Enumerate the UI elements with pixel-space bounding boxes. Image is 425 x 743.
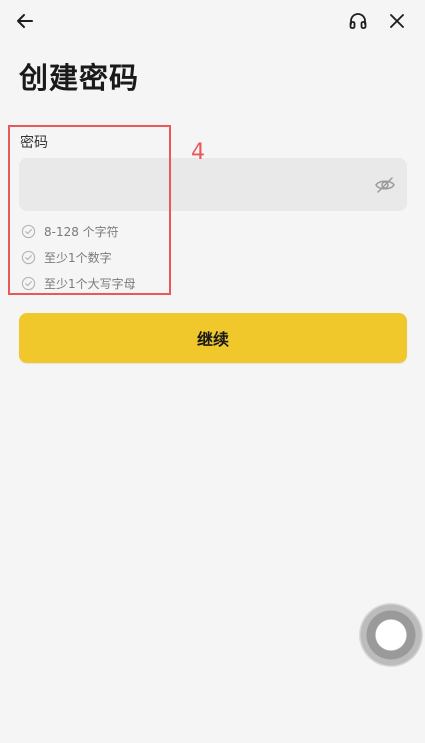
toggle-visibility-button[interactable] xyxy=(373,173,397,197)
annotation-highlight-box xyxy=(8,125,171,295)
continue-button[interactable]: 继续 xyxy=(19,313,407,363)
arrow-left-icon xyxy=(17,14,33,28)
eye-off-icon xyxy=(375,177,395,193)
close-button[interactable] xyxy=(382,6,412,36)
annotation-number: 4 xyxy=(191,140,205,165)
page-title: 创建密码 xyxy=(19,61,140,95)
assistive-touch-button[interactable] xyxy=(359,603,423,667)
close-icon xyxy=(390,14,404,28)
headset-icon xyxy=(349,13,367,29)
support-button[interactable] xyxy=(343,6,373,36)
top-bar xyxy=(0,0,425,42)
back-button[interactable] xyxy=(10,6,40,36)
